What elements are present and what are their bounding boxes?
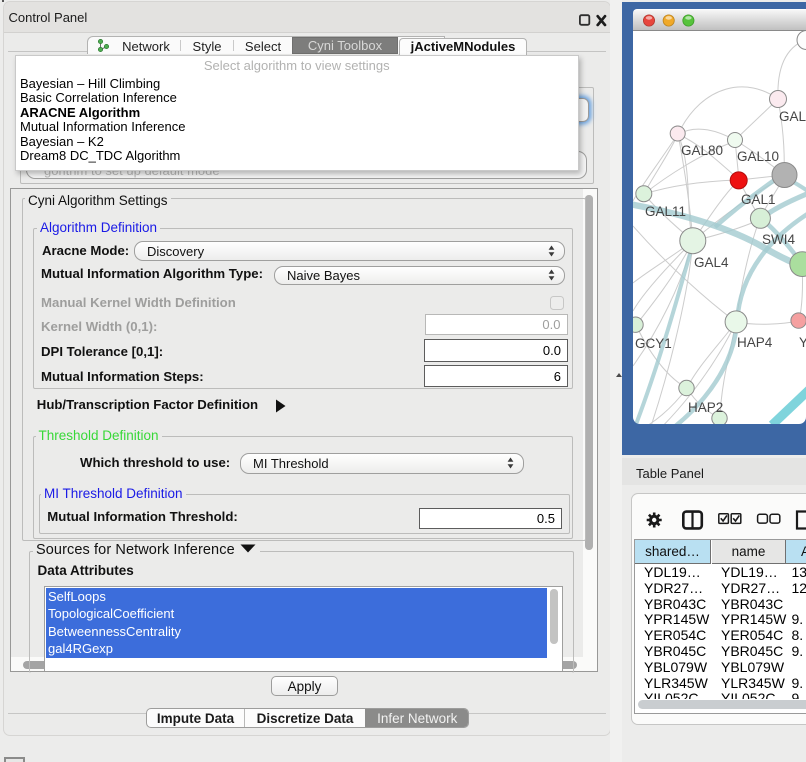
svg-text:HAP2: HAP2 xyxy=(688,400,723,415)
svg-text:Y: Y xyxy=(799,335,806,350)
svg-text:GAL4: GAL4 xyxy=(694,255,729,270)
svg-text:GAL1: GAL1 xyxy=(741,192,776,207)
svg-text:GAL11: GAL11 xyxy=(645,204,686,219)
svg-text:HAP4: HAP4 xyxy=(737,335,773,350)
svg-text:SWI4: SWI4 xyxy=(762,232,795,247)
svg-text:GCY1: GCY1 xyxy=(635,336,672,351)
svg-text:GAL10: GAL10 xyxy=(737,149,779,164)
svg-text:GAL80: GAL80 xyxy=(681,143,723,158)
svg-text:GAL2: GAL2 xyxy=(779,109,806,124)
